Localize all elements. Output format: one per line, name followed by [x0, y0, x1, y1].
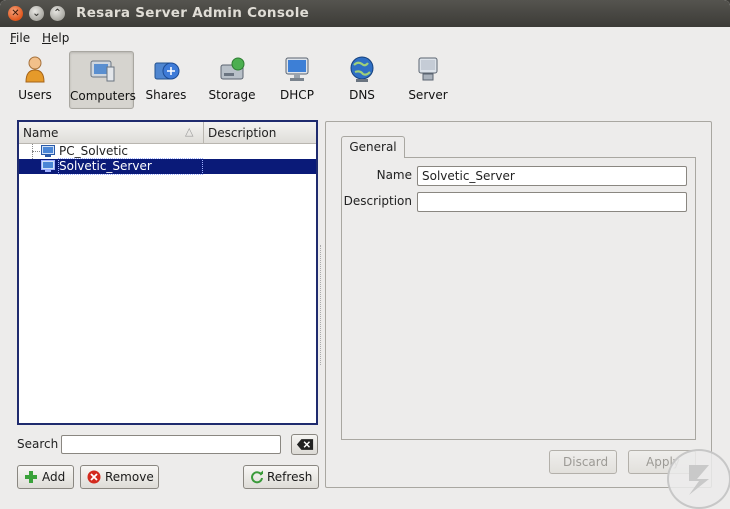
toolbar: Users Computers Shares Storage DHCP DNS … — [0, 49, 730, 109]
toolbar-server-button[interactable]: Server — [402, 51, 454, 107]
computer-small-icon — [41, 160, 55, 172]
description-label: Description — [343, 194, 412, 208]
app-window: ✕ ⌄ ⌃ Resara Server Admin Console File H… — [0, 0, 730, 509]
add-icon — [25, 471, 37, 483]
computer-icon — [90, 60, 114, 82]
toolbar-computers-button[interactable]: Computers — [69, 51, 136, 109]
clear-search-button[interactable] — [291, 434, 318, 455]
minimize-window-button[interactable]: ⌄ — [29, 6, 44, 21]
list-item[interactable]: PC_Solvetic — [19, 144, 316, 159]
shares-icon — [154, 62, 180, 80]
computers-list[interactable]: Name △ Description PC_Solvetic Solvetic_… — [17, 120, 318, 425]
computer-small-icon — [41, 145, 55, 157]
sort-ascending-icon[interactable]: △ — [185, 125, 193, 138]
refresh-button[interactable]: Refresh — [243, 465, 319, 489]
title-bar: ✕ ⌄ ⌃ Resara Server Admin Console — [0, 0, 730, 27]
menu-file[interactable]: File — [10, 31, 30, 45]
user-icon — [25, 56, 45, 83]
maximize-window-button[interactable]: ⌃ — [50, 6, 65, 21]
toolbar-storage-button[interactable]: Storage — [203, 51, 261, 107]
discard-button[interactable]: Discard — [549, 450, 617, 474]
add-button[interactable]: Add — [17, 465, 74, 489]
monitor-icon — [285, 57, 309, 81]
server-icon — [418, 57, 438, 81]
toolbar-dhcp-button[interactable]: DHCP — [272, 51, 322, 107]
list-item-selected[interactable]: Solvetic_Server — [19, 158, 316, 175]
watermark-icon — [689, 465, 709, 495]
column-header-name[interactable]: Name — [23, 126, 58, 140]
list-item-name: PC_Solvetic — [59, 144, 129, 158]
toolbar-shares-button[interactable]: Shares — [138, 51, 194, 107]
tab-general[interactable]: General — [341, 136, 405, 158]
remove-icon — [87, 470, 101, 484]
storage-icon — [220, 57, 245, 80]
close-window-button[interactable]: ✕ — [8, 6, 23, 21]
remove-button[interactable]: Remove — [80, 465, 159, 489]
description-field[interactable] — [417, 192, 687, 212]
refresh-icon — [251, 470, 263, 484]
watermark-logo — [667, 449, 730, 509]
list-item-name: Solvetic_Server — [58, 158, 203, 175]
backspace-clear-icon — [296, 439, 314, 450]
name-label: Name — [376, 168, 412, 182]
globe-icon — [350, 56, 374, 82]
name-field[interactable]: Solvetic_Server — [417, 166, 687, 186]
toolbar-users-button[interactable]: Users — [7, 51, 63, 107]
menu-bar: File Help — [0, 27, 730, 49]
list-header: Name △ Description — [19, 122, 316, 144]
column-header-description[interactable]: Description — [208, 126, 276, 140]
toolbar-dns-button[interactable]: DNS — [337, 51, 387, 107]
column-separator[interactable] — [203, 122, 204, 143]
search-input[interactable] — [61, 435, 281, 454]
menu-help[interactable]: Help — [42, 31, 69, 45]
search-label: Search — [17, 437, 59, 451]
window-title: Resara Server Admin Console — [76, 5, 310, 21]
